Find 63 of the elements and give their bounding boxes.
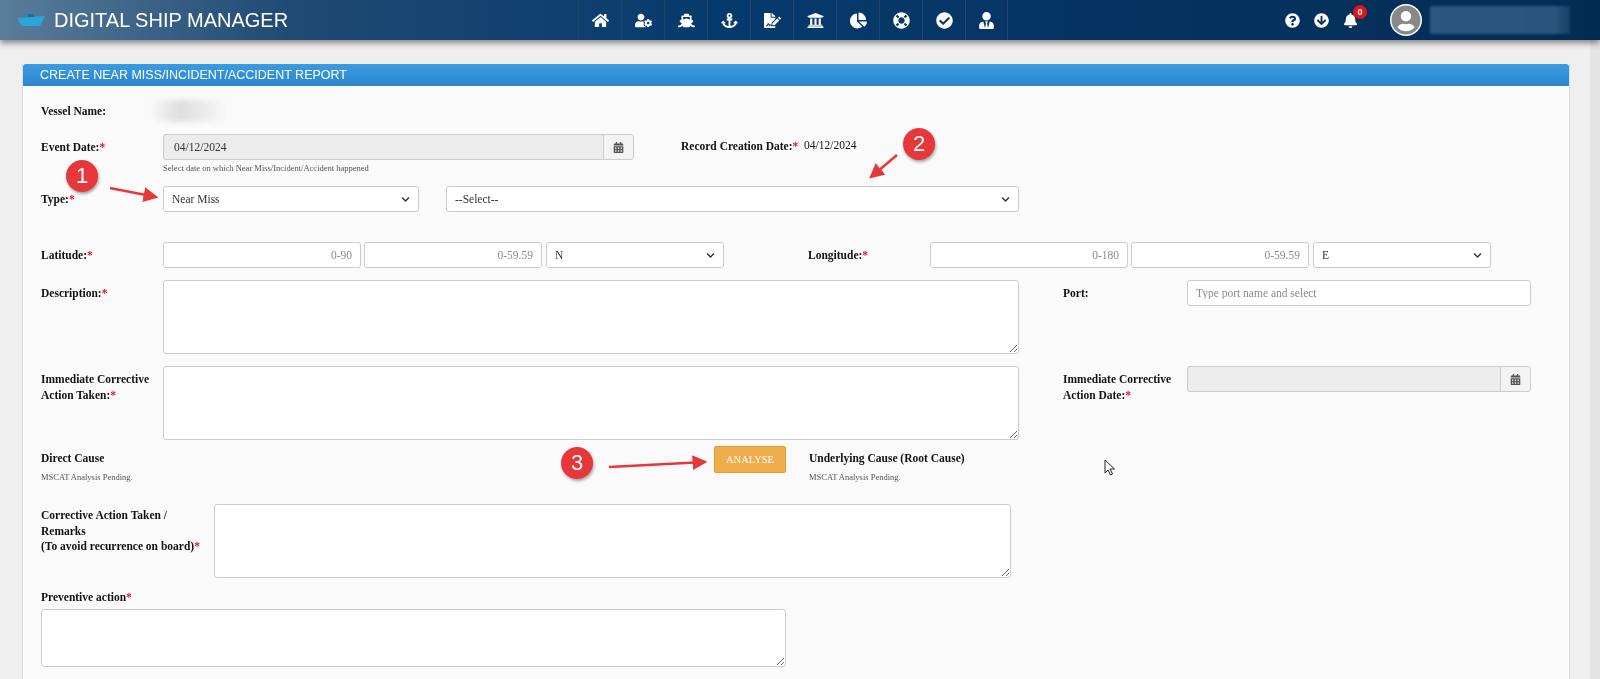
anchor-icon	[720, 11, 738, 29]
bell-icon[interactable]	[1343, 12, 1358, 28]
avatar[interactable]	[1390, 4, 1422, 36]
field-label: Description:*	[41, 286, 108, 302]
ship-logo-icon	[16, 13, 46, 27]
select-field[interactable]: E	[1313, 242, 1491, 268]
field-label: Port:	[1063, 286, 1089, 301]
ship-icon	[677, 11, 695, 29]
cursor-icon	[1104, 459, 1116, 476]
field-label: Longitude:*	[808, 248, 869, 264]
help-icon[interactable]	[1285, 12, 1300, 28]
user-gear-icon	[634, 11, 652, 29]
port-field[interactable]: Type port name and select	[1187, 280, 1531, 306]
preventive-action-field[interactable]	[41, 608, 786, 667]
field-label: Event Date:*	[41, 140, 106, 155]
panel-title: CREATE NEAR MISS/INCIDENT/ACCIDENT REPORT	[23, 64, 1569, 86]
user-silhouette-icon	[1391, 5, 1421, 35]
field-label: Corrective Action Taken / Remarks (To avoid recurrence on board)*	[41, 508, 200, 555]
field-label: Preventive action*	[41, 590, 132, 605]
date-field[interactable]	[1187, 366, 1531, 392]
degrees-field[interactable]: 0-180	[930, 242, 1128, 268]
description-field[interactable]	[163, 280, 1019, 354]
chevron-down-icon	[401, 194, 410, 204]
field-label: Direct Cause	[41, 452, 105, 464]
scrollbar[interactable]	[1590, 40, 1600, 679]
action-taken-field[interactable]	[163, 366, 1019, 440]
bank-icon	[806, 11, 824, 29]
status-text: MSCAT Analysis Pending.	[809, 472, 901, 482]
annotation-arrow	[109, 186, 159, 202]
field-label: Immediate Corrective Action Date:*	[1063, 372, 1173, 403]
minutes-field[interactable]: 0-59.59	[1131, 242, 1309, 268]
calendar-icon	[613, 141, 624, 153]
status-text: MSCAT Analysis Pending.	[41, 472, 133, 482]
corrective-action-field[interactable]	[214, 504, 1011, 578]
field-label: Underlying Cause (Root Cause)	[809, 452, 965, 464]
life-ring-icon	[892, 11, 910, 29]
chevron-down-icon	[706, 250, 715, 260]
calendar-icon	[1510, 373, 1521, 385]
pie-chart-icon	[849, 11, 867, 29]
field-label: Record Creation Date:*	[681, 139, 799, 154]
field-label: Immediate Corrective Action Taken:*	[41, 372, 151, 403]
minutes-field[interactable]: 0-59.59	[364, 242, 542, 268]
field-hint: Select date on which Near Miss/Incident/Accident happened	[163, 163, 369, 173]
chevron-down-icon	[1001, 194, 1010, 204]
download-icon[interactable]	[1314, 12, 1329, 28]
chevron-down-icon	[1473, 250, 1482, 260]
field-label: Latitude:*	[41, 248, 93, 263]
notification-badge: 0	[1353, 4, 1367, 19]
nav-button[interactable]	[965, 0, 1008, 40]
user-tie-icon	[978, 11, 995, 29]
document-icon	[763, 11, 781, 29]
field-label: Vessel Name:	[41, 104, 107, 119]
select-field[interactable]: Near Miss	[163, 186, 419, 212]
home-icon	[591, 11, 609, 29]
degrees-field[interactable]: 0-90	[163, 242, 361, 268]
calendar-button[interactable]	[1500, 367, 1530, 391]
field-value: 04/12/2024	[804, 138, 857, 151]
select-field[interactable]: --Select--	[446, 186, 1019, 212]
calendar-button[interactable]	[603, 135, 633, 159]
annotation-arrow	[869, 154, 898, 179]
app-title: DIGITAL SHIP MANAGER	[54, 8, 289, 32]
select-field[interactable]: N	[546, 242, 724, 268]
field-label: Type:*	[41, 192, 75, 208]
